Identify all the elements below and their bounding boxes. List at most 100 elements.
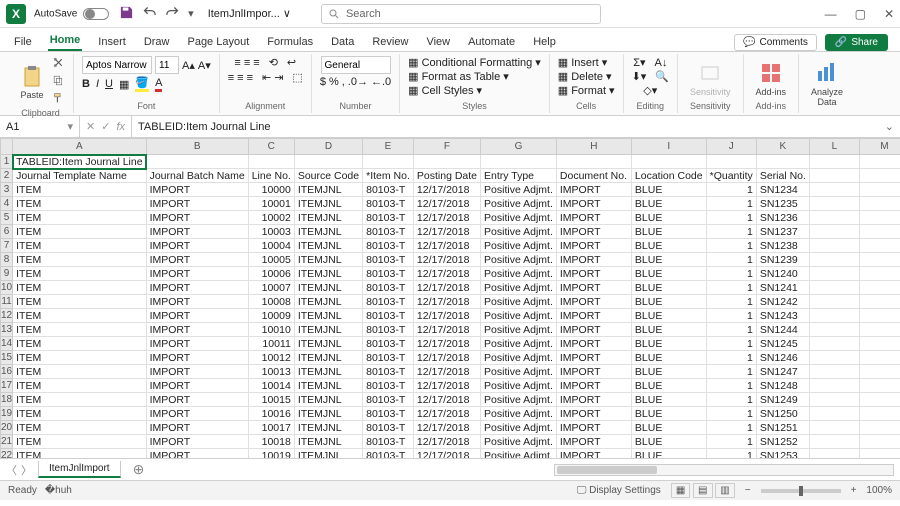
redo-icon[interactable] [165, 5, 180, 23]
cell[interactable]: Positive Adjmt. [481, 197, 557, 211]
cell[interactable] [809, 407, 859, 421]
col-header[interactable]: L [809, 139, 859, 155]
cell[interactable]: Positive Adjmt. [481, 253, 557, 267]
cell[interactable]: SN1239 [756, 253, 809, 267]
cell[interactable]: IMPORT [556, 365, 631, 379]
row-header[interactable]: 12 [1, 309, 13, 323]
cell[interactable] [756, 155, 809, 169]
font-name-select[interactable] [82, 56, 152, 74]
cell[interactable]: 10001 [248, 197, 294, 211]
decrease-font-icon[interactable]: A▾ [198, 59, 211, 72]
orientation-icon[interactable]: ⟲ [269, 56, 278, 69]
cell[interactable]: SN1236 [756, 211, 809, 225]
next-sheet-icon[interactable]: 〉 [21, 462, 32, 478]
cell[interactable] [809, 323, 859, 337]
font-size-select[interactable] [155, 56, 179, 74]
cell[interactable]: *Quantity [706, 169, 756, 183]
cell[interactable]: 1 [706, 295, 756, 309]
cell[interactable]: 12/17/2018 [413, 225, 480, 239]
row-header[interactable]: 17 [1, 379, 13, 393]
cancel-formula-icon[interactable]: ✕ [86, 120, 95, 133]
cell[interactable]: IMPORT [146, 225, 248, 239]
cell[interactable]: TABLEID:Item Journal Line [13, 155, 146, 169]
sort-filter-icon[interactable]: A↓ [655, 57, 668, 69]
cell[interactable]: IMPORT [556, 351, 631, 365]
cell[interactable]: BLUE [631, 351, 706, 365]
cell[interactable]: 10000 [248, 183, 294, 197]
cell[interactable]: ITEM [13, 449, 146, 459]
row-header[interactable]: 8 [1, 253, 13, 267]
cell[interactable]: 10011 [248, 337, 294, 351]
col-header[interactable]: G [481, 139, 557, 155]
cell[interactable]: 10003 [248, 225, 294, 239]
cell[interactable]: SN1249 [756, 393, 809, 407]
cell[interactable]: IMPORT [556, 253, 631, 267]
cell[interactable]: Positive Adjmt. [481, 365, 557, 379]
cell[interactable]: ITEMJNL [294, 379, 362, 393]
cell[interactable]: 1 [706, 253, 756, 267]
cell[interactable]: Positive Adjmt. [481, 379, 557, 393]
cell[interactable]: Positive Adjmt. [481, 183, 557, 197]
row-header[interactable]: 14 [1, 337, 13, 351]
cell[interactable]: 12/17/2018 [413, 183, 480, 197]
fill-icon[interactable]: ⬇▾ [632, 70, 647, 83]
find-icon[interactable]: 🔍 [655, 70, 669, 83]
close-button[interactable]: ✕ [884, 7, 894, 21]
cell[interactable]: Journal Batch Name [146, 169, 248, 183]
cell[interactable] [809, 393, 859, 407]
cell[interactable] [859, 379, 900, 393]
addins-button[interactable]: Add-ins [752, 59, 791, 99]
cell[interactable]: BLUE [631, 449, 706, 459]
cell-styles-button[interactable]: ▦ Cell Styles ▾ [408, 84, 482, 97]
cell[interactable]: 10004 [248, 239, 294, 253]
cell[interactable]: 10002 [248, 211, 294, 225]
formula-input[interactable]: TABLEID:Item Journal Line [132, 121, 879, 133]
maximize-button[interactable]: ▢ [855, 7, 866, 21]
display-settings-button[interactable]: 🖵 Display Settings [577, 485, 661, 496]
cell[interactable]: SN1253 [756, 449, 809, 459]
underline-button[interactable]: U [105, 78, 113, 90]
cell[interactable] [809, 309, 859, 323]
cell[interactable]: 10016 [248, 407, 294, 421]
cell[interactable]: ITEM [13, 337, 146, 351]
cell[interactable] [859, 225, 900, 239]
cell[interactable]: BLUE [631, 309, 706, 323]
autosum-icon[interactable]: Σ▾ [633, 56, 645, 69]
indent-dec-icon[interactable]: ⇤ [262, 71, 271, 84]
cell[interactable]: 12/17/2018 [413, 337, 480, 351]
cell[interactable]: 80103-T [363, 211, 414, 225]
cell[interactable] [809, 365, 859, 379]
cell[interactable]: 12/17/2018 [413, 449, 480, 459]
cell[interactable] [809, 169, 859, 183]
cell[interactable] [809, 225, 859, 239]
cell[interactable]: 12/17/2018 [413, 421, 480, 435]
cell[interactable]: SN1235 [756, 197, 809, 211]
cell[interactable]: 12/17/2018 [413, 379, 480, 393]
indent-inc-icon[interactable]: ⇥ [274, 71, 283, 84]
cell[interactable]: SN1248 [756, 379, 809, 393]
cell[interactable] [809, 295, 859, 309]
cell[interactable]: IMPORT [146, 421, 248, 435]
tab-help[interactable]: Help [531, 33, 558, 51]
cell[interactable]: IMPORT [146, 253, 248, 267]
cell[interactable]: BLUE [631, 365, 706, 379]
cell[interactable]: SN1241 [756, 281, 809, 295]
cell[interactable]: ITEM [13, 351, 146, 365]
cell[interactable]: ITEM [13, 323, 146, 337]
cell[interactable]: ITEM [13, 365, 146, 379]
cell[interactable]: 12/17/2018 [413, 197, 480, 211]
cell[interactable] [859, 337, 900, 351]
cell[interactable]: IMPORT [146, 393, 248, 407]
cell[interactable]: IMPORT [556, 197, 631, 211]
col-header[interactable]: C [248, 139, 294, 155]
cell[interactable]: ITEMJNL [294, 225, 362, 239]
cell[interactable]: IMPORT [556, 267, 631, 281]
cell[interactable]: Source Code [294, 169, 362, 183]
cell[interactable]: 1 [706, 183, 756, 197]
cell[interactable]: Positive Adjmt. [481, 225, 557, 239]
analyze-data-button[interactable]: Analyze Data [807, 59, 847, 109]
cell[interactable]: IMPORT [556, 337, 631, 351]
row-header[interactable]: 15 [1, 351, 13, 365]
col-header[interactable]: I [631, 139, 706, 155]
cell[interactable] [859, 309, 900, 323]
